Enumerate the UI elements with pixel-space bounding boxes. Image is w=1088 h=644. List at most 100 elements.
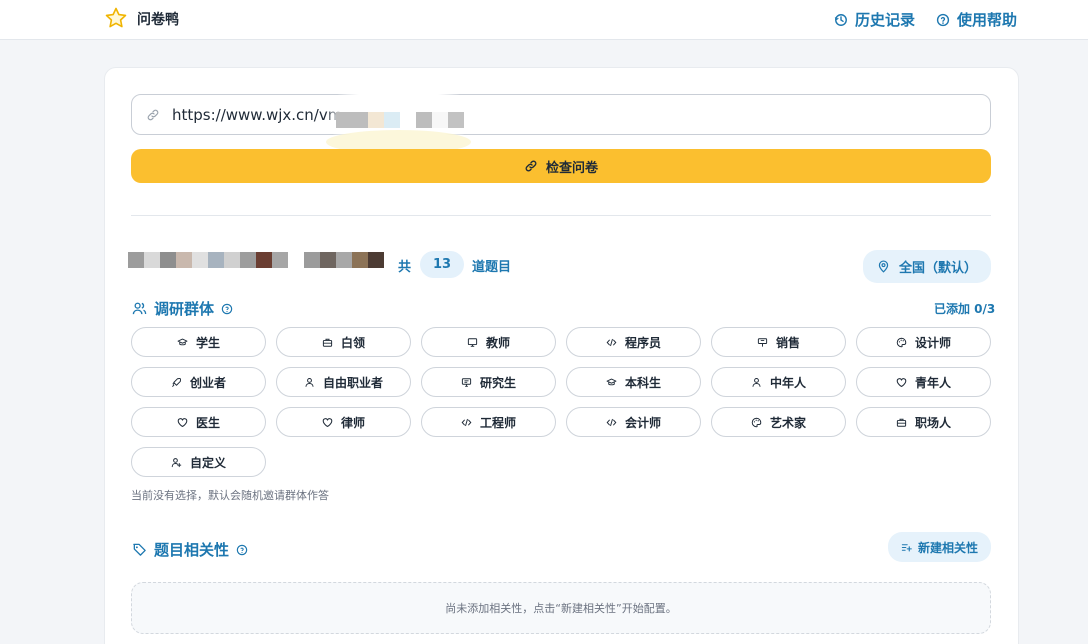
audience-title: 调研群体 [154,300,215,318]
audience-chip[interactable]: 学生 [131,327,266,357]
survey-title-redacted [128,252,388,276]
empty-state-text: 尚未添加相关性，点击“新建相关性”开始配置。 [445,602,677,615]
check-survey-label: 检查问卷 [545,160,598,176]
divider [131,215,991,216]
audience-chip[interactable]: 本科生 [566,367,701,397]
pixel-block [432,112,448,128]
audience-chip[interactable]: 艺术家 [711,407,846,437]
audience-chip-label: 律师 [340,415,365,430]
audience-chip-label: 教师 [485,335,510,350]
info-icon[interactable] [236,544,248,556]
palette-icon [751,417,762,427]
relevance-empty-state: 尚未添加相关性，点击“新建相关性”开始配置。 [131,582,991,634]
star-logo-icon[interactable] [104,6,128,30]
audience-hint: 当前没有选择，默认会随机邀请群体作答 [131,489,329,502]
help-circle-icon [936,13,950,26]
heart-icon [177,417,188,427]
total-suffix: 道题目 [472,260,512,275]
audience-chip[interactable]: 自定义 [131,447,266,477]
link-icon [147,109,159,121]
help-label: 使用帮助 [957,11,1018,29]
audience-chip[interactable]: 会计师 [566,407,701,437]
audience-chip[interactable]: 律师 [276,407,411,437]
audience-chip-label: 医生 [195,415,220,430]
palette-icon [896,337,907,347]
check-survey-button[interactable]: 检查问卷 [131,149,991,183]
audience-chip[interactable]: 程序员 [566,327,701,357]
audience-chip[interactable]: 教师 [421,327,556,357]
audience-chip[interactable]: 研究生 [421,367,556,397]
code-icon [461,418,472,426]
briefcase-icon [322,338,333,347]
audience-chip[interactable]: 销售 [711,327,846,357]
audience-chip-label: 创业者 [189,375,226,390]
top-header: 问卷鸭 历史记录 使用帮助 [0,0,1088,40]
history-icon [834,13,847,26]
history-label: 历史记录 [855,11,916,29]
users-icon [132,302,147,315]
briefcase-icon [896,418,907,427]
audience-chip-label: 自由职业者 [322,375,383,390]
pixel-block [448,112,464,128]
audience-chip[interactable]: 职场人 [856,407,991,437]
pixel-block [416,112,432,128]
audience-chip-label: 会计师 [624,415,661,430]
total-prefix: 共 [398,260,412,275]
new-relevance-button[interactable]: 新建相关性 [888,532,991,562]
presentation-icon [467,337,478,347]
link-icon [525,160,537,172]
code-icon [606,338,617,346]
url-input[interactable] [172,103,772,127]
audience-chip[interactable]: 创业者 [131,367,266,397]
url-field[interactable] [131,94,991,135]
user-icon [305,377,314,387]
code-icon [606,418,617,426]
pixel-block [384,112,400,128]
region-label: 全国（默认） [898,261,977,276]
relevance-section-title: 题目相关性 [132,539,248,560]
pixel-block [368,112,384,128]
audience-chip[interactable]: 青年人 [856,367,991,397]
audience-section-title: 调研群体 [132,298,233,319]
audience-chip-label: 程序员 [624,335,661,350]
user-plus-icon [171,457,182,467]
new-relevance-label: 新建相关性 [917,540,978,555]
audience-chip-label: 工程师 [479,415,516,430]
audience-chip-label: 自定义 [189,455,226,470]
relevance-title: 题目相关性 [154,541,230,559]
audience-chip-label: 本科生 [624,375,661,390]
region-button[interactable]: 全国（默认） [863,250,991,283]
audience-chip[interactable]: 工程师 [421,407,556,437]
audience-chip-label: 艺术家 [769,415,806,430]
audience-chip-label: 青年人 [914,375,951,390]
audience-chip[interactable]: 中年人 [711,367,846,397]
user-icon [752,377,761,387]
audience-chip[interactable]: 医生 [131,407,266,437]
help-link[interactable]: 使用帮助 [936,9,1017,30]
audience-chip-label: 白领 [340,335,365,350]
audience-chip-label: 研究生 [479,375,516,390]
audience-chip[interactable]: 自由职业者 [276,367,411,397]
audience-chip[interactable]: 设计师 [856,327,991,357]
history-link[interactable]: 历史记录 [834,9,915,30]
heart-icon [322,417,333,427]
pixel-block [336,112,368,128]
audience-chip[interactable]: 白领 [276,327,411,357]
info-icon[interactable] [221,303,233,315]
audience-chip-label: 设计师 [914,335,951,350]
tag-icon [133,543,146,556]
location-pin-icon [878,260,889,273]
audience-chip-label: 销售 [775,335,800,350]
question-count-badge: 13 [420,251,464,278]
heart-icon [896,377,907,387]
audience-chip-label: 中年人 [769,375,806,390]
rocket-icon [172,377,181,387]
audience-chip-label: 学生 [195,335,220,350]
app-title: 问卷鸭 [137,12,179,28]
added-counter: 已添加 0/3 [934,302,996,316]
graduation-cap-icon [177,338,188,345]
sign-icon [757,337,768,347]
graduation-cap-icon [606,378,617,385]
monitor-icon [461,377,472,387]
add-relation-icon [901,543,912,551]
